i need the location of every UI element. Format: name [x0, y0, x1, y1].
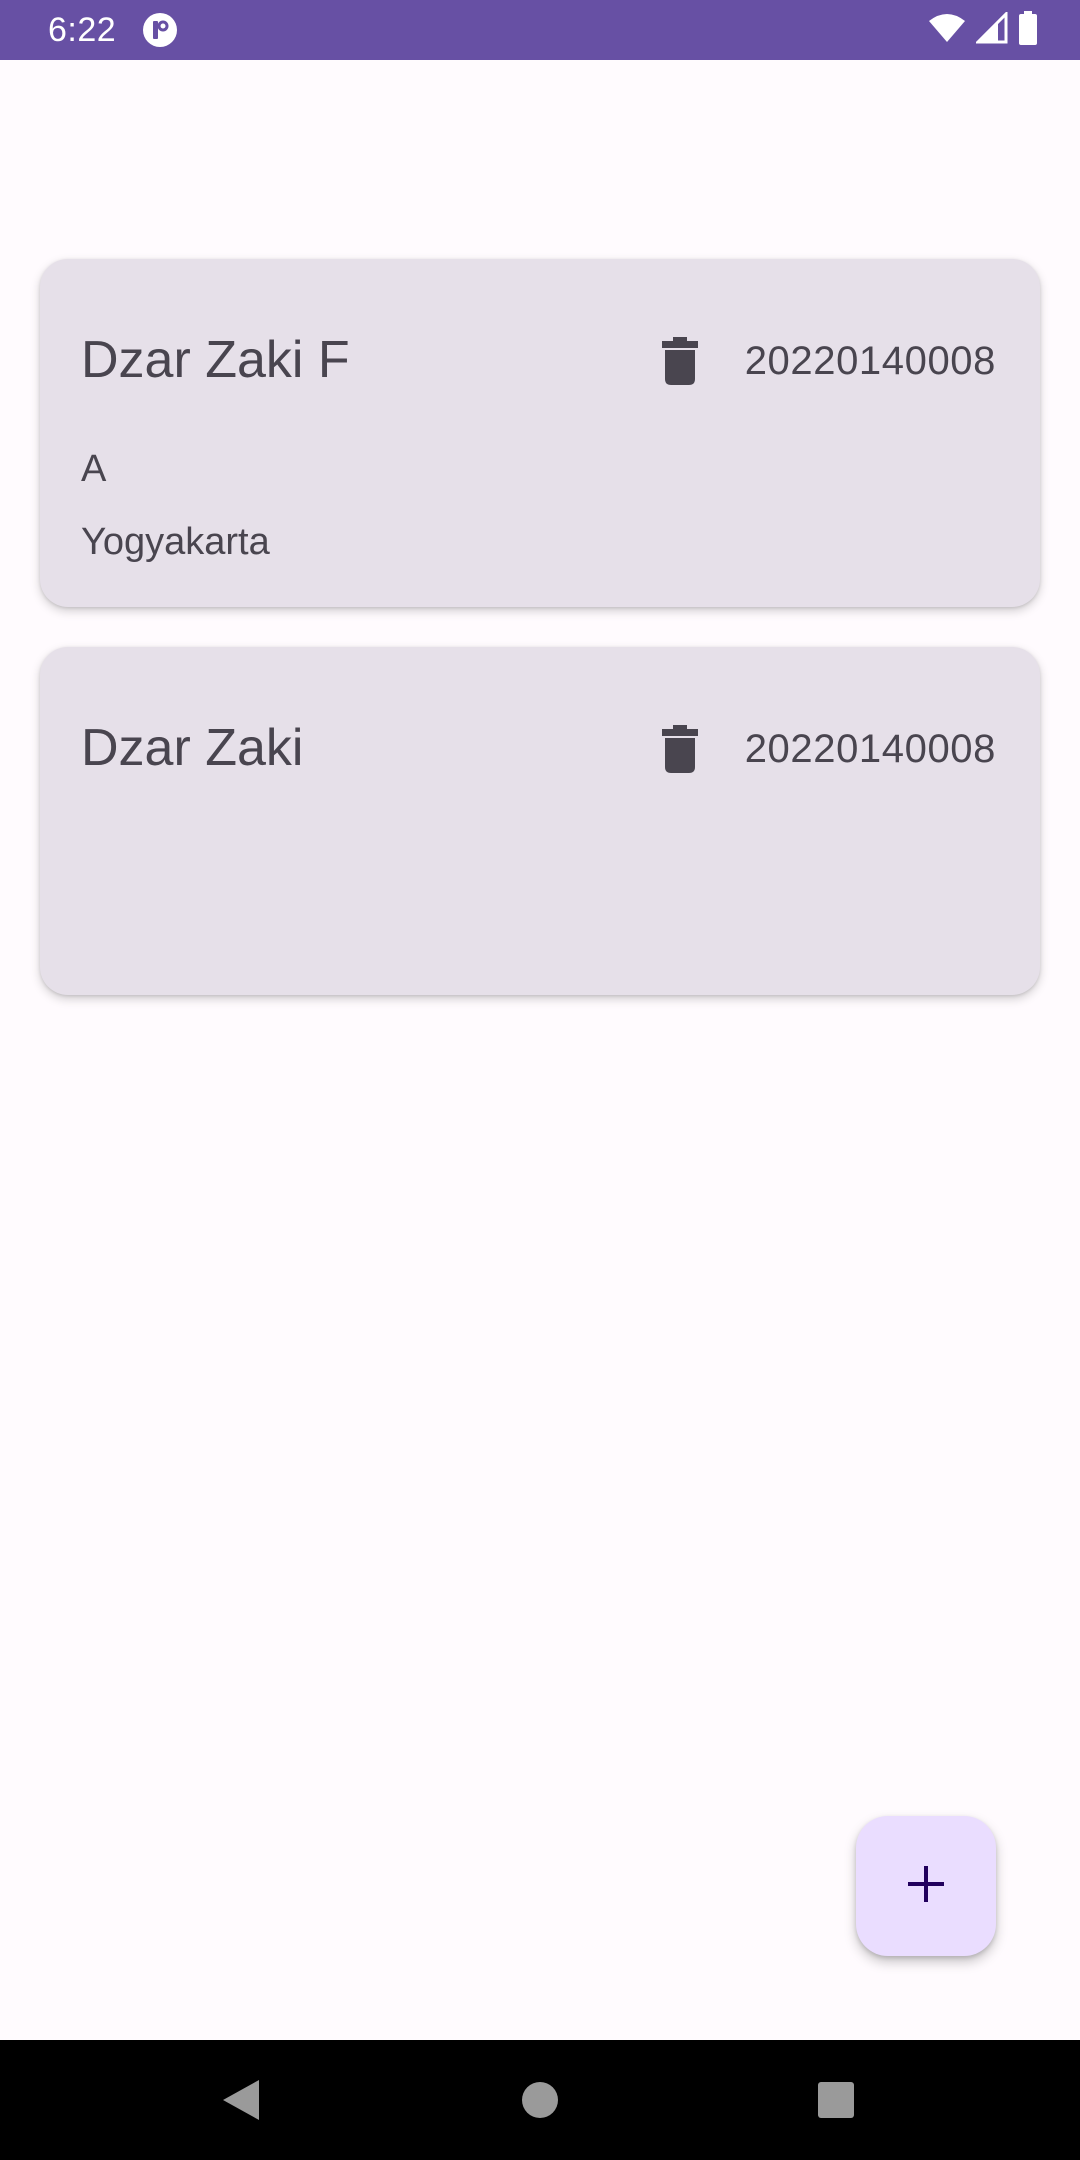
trash-icon[interactable]	[652, 721, 708, 777]
student-kelas: A	[81, 448, 107, 490]
status-icons	[928, 9, 1038, 50]
student-card[interactable]: Dzar Zaki 20220140008	[40, 647, 1040, 995]
student-card[interactable]: Dzar Zaki F 20220140008 A Yogyakarta	[40, 259, 1040, 607]
home-icon[interactable]	[510, 2070, 570, 2130]
student-name: Dzar Zaki F	[81, 331, 350, 389]
back-icon[interactable]	[211, 2070, 271, 2130]
plus-icon	[906, 1864, 946, 1909]
navigation-bar	[0, 2040, 1080, 2160]
student-alamat: Yogyakarta	[81, 521, 270, 563]
add-button[interactable]	[856, 1816, 996, 1956]
student-name: Dzar Zaki	[81, 719, 304, 777]
cell-signal-icon	[974, 9, 1008, 49]
notification-app-icon	[142, 12, 178, 48]
recents-icon[interactable]	[806, 2070, 866, 2130]
student-nim: 20220140008	[744, 727, 996, 771]
status-time: 6:22	[48, 11, 117, 49]
trash-icon[interactable]	[652, 333, 708, 389]
student-nim: 20220140008	[744, 339, 996, 383]
wifi-icon	[928, 13, 966, 48]
battery-icon	[1018, 10, 1038, 50]
status-bar: 6:22	[0, 0, 1080, 60]
